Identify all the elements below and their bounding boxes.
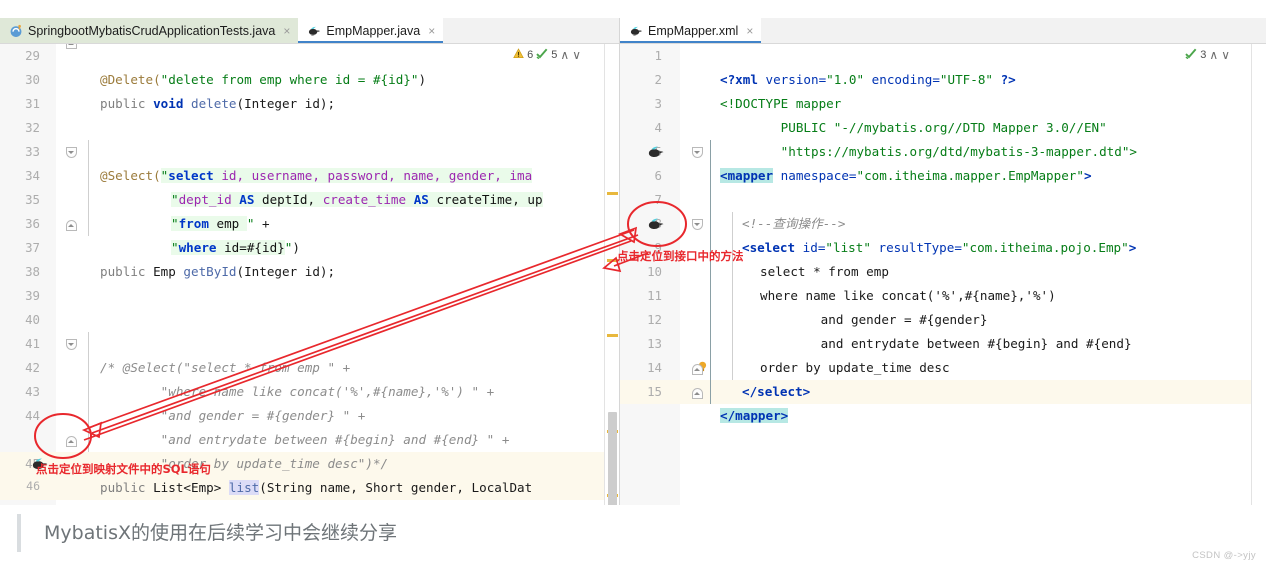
line-number: 40	[25, 312, 40, 327]
warning-triangle-icon	[513, 48, 524, 62]
type-list-emp: List<Emp>	[153, 480, 229, 495]
tab-close-icon[interactable]: ×	[428, 25, 435, 37]
params: (Integer id);	[236, 96, 336, 111]
tab-label: SpringbootMybatisCrudApplicationTests.ja…	[28, 23, 276, 38]
indent-guide	[88, 140, 89, 236]
params: (Integer id);	[236, 264, 336, 279]
tab-springboot-tests[interactable]: SpringbootMybatisCrudApplicationTests.ja…	[0, 18, 299, 43]
chevron-down-icon[interactable]: ∨	[1221, 49, 1230, 61]
kw-public: public	[100, 264, 154, 279]
method-getbyid: getById	[183, 264, 237, 279]
mybatis-bird-icon	[307, 24, 321, 38]
tab-close-icon[interactable]: ×	[746, 25, 753, 37]
chevron-down-icon[interactable]: ∨	[572, 49, 581, 61]
code-line-xml-15: </mapper>	[720, 404, 789, 428]
attr-namespace: namespace=	[773, 168, 857, 183]
code-line-30: public void delete(Integer id);	[100, 92, 335, 116]
mybatis-navigate-icon[interactable]	[646, 216, 665, 232]
inspection-count: 3	[1200, 49, 1207, 61]
inspection-count: 5	[551, 49, 558, 61]
code-line-xml-5: <mapper namespace="com.itheima.mapper.Em…	[720, 164, 1092, 188]
mybatis-bird-icon	[629, 24, 643, 38]
fold-marker-44[interactable]	[66, 436, 77, 447]
tabbar-filler	[761, 18, 1266, 43]
scrollbar-warning-marker[interactable]	[607, 334, 618, 337]
fold-marker-40[interactable]	[66, 339, 77, 350]
editor-pane-java: SpringbootMybatisCrudApplicationTests.ja…	[0, 18, 620, 505]
scrollbar-warning-marker[interactable]	[607, 192, 618, 195]
tab-empmapper-java[interactable]: EmpMapper.java ×	[298, 18, 444, 43]
annotation-label-right: 点击定位到接口中的方法	[617, 249, 744, 263]
scrollbar-thumb-left[interactable]	[608, 412, 617, 505]
fold-marker-33[interactable]	[66, 147, 77, 158]
tag-mapper-open: <mapper	[720, 168, 774, 183]
fold-marker-36[interactable]	[66, 220, 77, 231]
java-class-icon	[9, 24, 23, 38]
tabbar-filler	[443, 18, 619, 43]
fold-marker-top[interactable]	[66, 44, 77, 49]
inspection-check-icon	[1185, 48, 1197, 62]
fold-marker-14[interactable]	[692, 364, 703, 375]
kw-public: public	[100, 480, 154, 495]
fold-marker-5[interactable]	[692, 147, 703, 158]
structure-guide-select	[732, 212, 733, 380]
tag-mapper-close: </mapper>	[720, 408, 789, 423]
inspection-check-icon	[536, 48, 548, 62]
code-line-37: public Emp getById(Integer id);	[100, 260, 335, 284]
annotation-label-left: 点击定位到映射文件中的SQL语句	[36, 462, 211, 476]
watermark: CSDN @->yjy	[1192, 550, 1256, 561]
caption-text: MybatisX的使用在后续学习中会继续分享	[44, 522, 397, 544]
kw-void: void	[153, 96, 191, 111]
tag-close-bracket: >	[1083, 168, 1092, 183]
code-line-45: public List<Emp> list(String name, Short…	[100, 476, 532, 500]
scrollbar-track-right[interactable]	[1252, 44, 1266, 505]
tabbar-left: SpringbootMybatisCrudApplicationTests.ja…	[0, 18, 619, 44]
caption-section: MybatisX的使用在后续学习中会继续分享 CSDN @->yjy	[0, 505, 1266, 568]
indent-guide	[88, 332, 89, 452]
params: (String name, Short gender, LocalDat	[259, 480, 533, 495]
inspection-widget-right[interactable]: 3 ∧ ∨	[1185, 48, 1230, 62]
editor-right-separator	[604, 44, 605, 505]
tabbar-right: EmpMapper.xml ×	[620, 18, 1266, 44]
type-emp: Emp	[153, 264, 184, 279]
mybatis-navigate-icon[interactable]	[646, 144, 665, 160]
tab-label: EmpMapper.xml	[648, 23, 739, 38]
method-list: list	[228, 480, 260, 495]
editor-right-separator	[1251, 44, 1252, 505]
fold-marker-8[interactable]	[692, 219, 703, 230]
tab-empmapper-xml[interactable]: EmpMapper.xml ×	[620, 18, 762, 43]
top-whitespace	[0, 0, 1266, 18]
fold-marker-15[interactable]	[692, 388, 703, 399]
warning-count: 6	[527, 49, 534, 61]
screenshot-root: SpringbootMybatisCrudApplicationTests.ja…	[0, 0, 1266, 568]
value-namespace: "com.itheima.mapper.EmpMapper"	[856, 168, 1084, 183]
quote-bar	[17, 514, 21, 552]
structure-guide-mapper	[710, 140, 711, 404]
tab-close-icon[interactable]: ×	[283, 25, 290, 37]
inspection-widget-left[interactable]: 6 5 ∧ ∨	[513, 48, 581, 62]
chevron-up-icon[interactable]: ∧	[560, 49, 569, 61]
scrollbar-track-left[interactable]	[605, 44, 619, 505]
kw-public: public	[100, 96, 154, 111]
code-editor-java[interactable]: 29 30 31 32 33 34 35 36 37 38 39 40 41 4…	[0, 44, 619, 505]
code-editor-xml[interactable]: 1 2 3 4 5 6 7 8 9 10 11 12 13 14 15 <?xm…	[620, 44, 1266, 505]
method-delete: delete	[191, 96, 237, 111]
chevron-up-icon[interactable]: ∧	[1209, 49, 1218, 61]
tab-label: EmpMapper.java	[326, 23, 421, 38]
